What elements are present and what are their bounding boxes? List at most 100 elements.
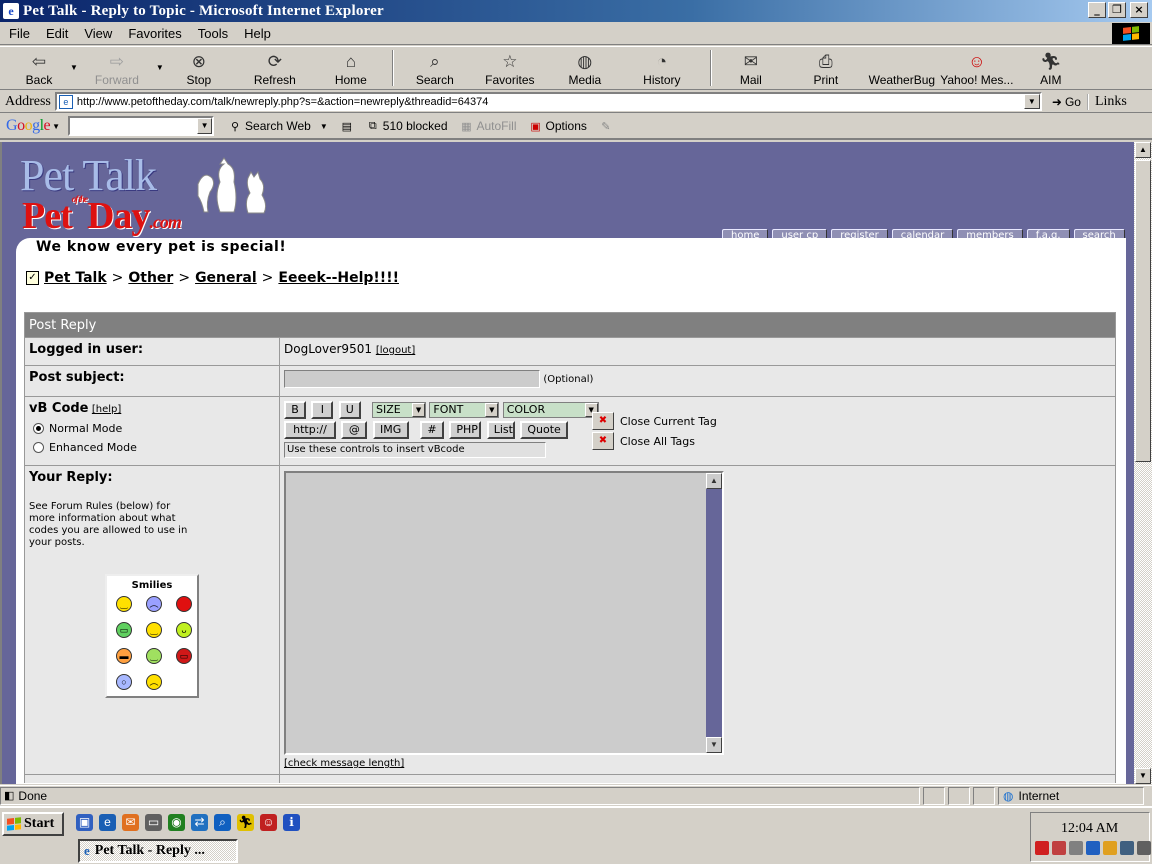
print-button[interactable]: ⎙ Print — [784, 47, 868, 89]
restore-button[interactable]: ❐ — [1108, 2, 1126, 18]
close-current-tag-button[interactable]: ✖ — [592, 412, 614, 430]
email-button[interactable]: @ — [341, 421, 368, 439]
favorites-button[interactable]: ☆ Favorites — [470, 47, 550, 89]
back-dropdown-icon[interactable]: ▼ — [70, 63, 78, 72]
code-button[interactable]: # — [420, 421, 445, 439]
menu-edit[interactable]: Edit — [37, 26, 75, 41]
start-button[interactable]: Start — [2, 812, 64, 836]
php-button[interactable]: PHP — [449, 421, 482, 439]
quote-button[interactable]: Quote — [520, 421, 569, 439]
google-menu-dropdown-icon[interactable]: ▼ — [52, 122, 60, 131]
links-button[interactable]: Links — [1086, 93, 1127, 110]
page-scrollbar[interactable]: ▲ ▼ — [1134, 142, 1152, 784]
breadcrumb-general[interactable]: General — [195, 270, 257, 286]
popup-blocker-button[interactable]: ⧉ 510 blocked — [360, 119, 454, 133]
reply-scrollbar[interactable]: ▲ ▼ — [706, 473, 722, 753]
normal-mode-radio[interactable] — [33, 423, 44, 434]
address-input[interactable]: e http://www.petoftheday.com/talk/newrep… — [54, 92, 1042, 111]
forward-dropdown-icon[interactable]: ▼ — [156, 63, 164, 72]
page-scroll-thumb[interactable] — [1135, 160, 1151, 462]
check-length-link[interactable]: [check message length] — [284, 758, 404, 769]
google-search-dropdown-icon[interactable]: ▼ — [197, 118, 213, 134]
clock[interactable]: 12:04 AM — [1061, 821, 1118, 837]
minimize-button[interactable]: _ — [1088, 2, 1106, 18]
close-all-tags-button[interactable]: ✖ — [592, 432, 614, 450]
smile2-icon[interactable]: ‿ — [146, 622, 162, 638]
pet-of-the-day-logo[interactable]: Petof theDay.com — [22, 194, 182, 238]
mail-button[interactable]: ✉ Mail — [718, 47, 784, 89]
aim-quicklaunch-icon[interactable]: 🏃︎ — [237, 814, 254, 831]
underline-button[interactable]: U — [338, 401, 361, 419]
search-web-dropdown-icon[interactable]: ▼ — [320, 122, 328, 131]
tray-edit-icon[interactable] — [1052, 841, 1066, 855]
search-quicklaunch-icon[interactable]: ⌕ — [214, 814, 231, 831]
reply-textarea[interactable]: ▲ ▼ — [284, 471, 724, 755]
tray-yahoo-icon[interactable] — [1103, 841, 1117, 855]
grin-icon[interactable]: ▭ — [116, 622, 132, 638]
font-dropdown-icon[interactable]: ▼ — [485, 403, 499, 417]
url-button[interactable]: http:// — [284, 421, 336, 439]
search-button[interactable]: ⌕ Search — [400, 47, 470, 89]
smile-icon[interactable]: ‿ — [116, 596, 132, 612]
breadcrumb-pet-talk[interactable]: Pet Talk — [44, 270, 107, 286]
show-desktop-icon[interactable]: ▣ — [76, 814, 93, 831]
scroll-down-icon[interactable]: ▼ — [706, 737, 722, 753]
menu-favorites[interactable]: Favorites — [119, 26, 188, 41]
menu-help[interactable]: Help — [235, 26, 278, 41]
italic-button[interactable]: I — [311, 401, 334, 419]
eek-icon[interactable]: ○ — [116, 674, 132, 690]
media-player-icon[interactable]: ◉ — [168, 814, 185, 831]
confused-icon[interactable]: ︵ — [146, 674, 162, 690]
vbcode-help-link[interactable]: [help] — [92, 404, 121, 415]
address-dropdown-icon[interactable]: ▼ — [1023, 94, 1040, 109]
ie-quicklaunch-icon[interactable]: e — [99, 814, 116, 831]
tray-monitor-icon[interactable] — [1120, 841, 1134, 855]
page-scroll-down-icon[interactable]: ▼ — [1135, 768, 1151, 784]
yahoo-messenger-button[interactable]: ☺ Yahoo! Mes... — [936, 47, 1018, 89]
yahoo-quicklaunch-icon[interactable]: ☺ — [260, 814, 277, 831]
mad-icon[interactable] — [176, 596, 192, 612]
scroll-up-icon[interactable]: ▲ — [706, 473, 722, 489]
home-button[interactable]: ⌂ Home — [316, 47, 386, 89]
history-button[interactable]: ◔ History — [620, 47, 704, 89]
stop-button[interactable]: ⊗ Stop — [164, 47, 234, 89]
forward-button[interactable]: ⇨ Forward — [78, 47, 156, 89]
evil-icon[interactable]: ▭ — [176, 648, 192, 664]
enhanced-mode-radio[interactable] — [33, 442, 44, 453]
wink-icon[interactable]: ‿ — [146, 648, 162, 664]
aim-button[interactable]: 🏃︎ AIM — [1018, 47, 1084, 89]
breadcrumb-thread[interactable]: Eeeek--Help!!!! — [278, 270, 399, 286]
page-scroll-up-icon[interactable]: ▲ — [1135, 142, 1151, 158]
normal-mode-option[interactable]: Normal Mode — [29, 422, 275, 435]
desktop-icon[interactable]: ▭ — [145, 814, 162, 831]
google-logo[interactable]: Google — [6, 117, 51, 135]
media-button[interactable]: ◍ Media — [550, 47, 620, 89]
news-button[interactable]: ▤ — [334, 119, 360, 133]
breadcrumb-other[interactable]: Other — [128, 270, 173, 286]
tray-shield-icon[interactable] — [1035, 841, 1049, 855]
color-select[interactable]: COLOR ▼ — [502, 402, 599, 418]
refresh-button[interactable]: ⟳ Refresh — [234, 47, 316, 89]
tongue-icon[interactable]: ᴗ — [176, 622, 192, 638]
font-select[interactable]: FONT ▼ — [429, 402, 500, 418]
logout-link[interactable]: [logout] — [376, 345, 415, 356]
list-button[interactable]: List — [486, 421, 515, 439]
cool-icon[interactable]: ▬ — [116, 648, 132, 664]
outlook-icon[interactable]: ✉ — [122, 814, 139, 831]
subject-input[interactable] — [284, 370, 540, 388]
bold-button[interactable]: B — [284, 401, 306, 419]
search-web-button[interactable]: ⚲ Search Web ▼ — [222, 119, 334, 133]
enhanced-mode-option[interactable]: Enhanced Mode — [29, 441, 275, 454]
options-button[interactable]: ▣ Options — [523, 119, 593, 133]
size-select[interactable]: SIZE ▼ — [372, 402, 427, 418]
menu-file[interactable]: File — [0, 26, 37, 41]
tray-printer-icon[interactable] — [1137, 841, 1151, 855]
close-button[interactable]: × — [1130, 2, 1148, 18]
frown-icon[interactable]: ︵ — [146, 596, 162, 612]
menu-tools[interactable]: Tools — [189, 26, 235, 41]
sync-icon[interactable]: ⇄ — [191, 814, 208, 831]
info-icon[interactable]: ℹ — [283, 814, 300, 831]
weatherbug-button[interactable]: WeatherBug — [868, 47, 936, 89]
back-button[interactable]: ⇦ Back — [8, 47, 70, 89]
autofill-button[interactable]: ▦ AutoFill — [454, 119, 523, 133]
